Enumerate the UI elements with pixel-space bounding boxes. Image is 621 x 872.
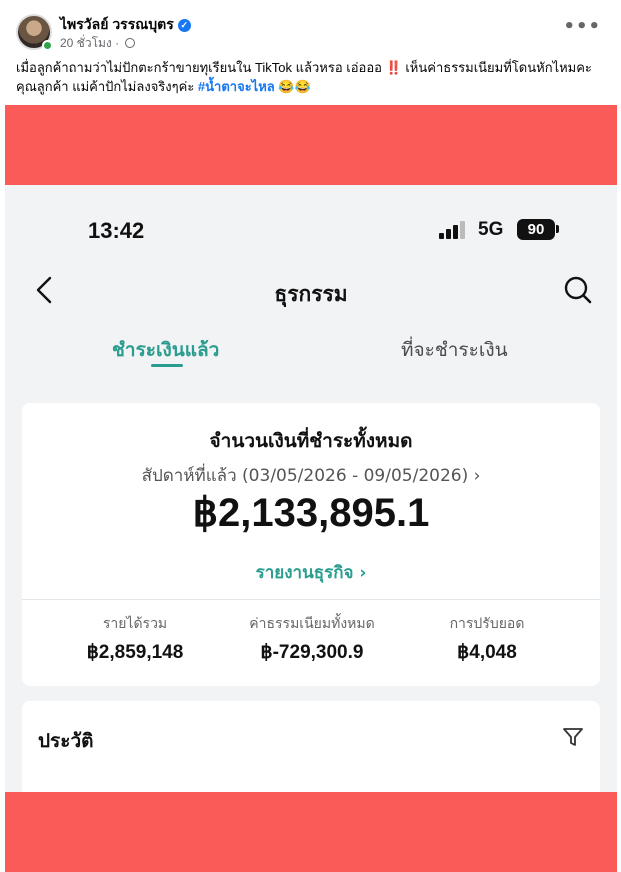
signal-icon: [439, 221, 467, 239]
stat-fees: ค่าธรรมเนียมทั้งหมด ฿-729,300.9: [227, 613, 397, 664]
stat-value: ฿-729,300.9: [260, 642, 364, 663]
verified-badge-icon: ✓: [177, 19, 191, 32]
post-caption: เมื่อลูกค้าถามว่าไม่ปักตะกร้าขายทุเรียนใ…: [16, 58, 606, 96]
stat-adjustment: การปรับยอด ฿4,048: [402, 613, 572, 664]
tab-to-be-paid[interactable]: ที่จะชำระเงิน: [401, 335, 508, 365]
history-card: ประวัติ: [22, 701, 600, 792]
divider: [22, 599, 600, 600]
stat-value: ฿2,859,148: [86, 642, 184, 663]
active-tab-indicator: [151, 364, 183, 367]
phone-screenshot: 13:42 5G 90 ธุรกรรม ชำระเงินแล้ว ที่จะชำ…: [5, 185, 617, 792]
network-label: 5G: [478, 219, 504, 240]
payment-summary-card: จำนวนเงินที่ชำระทั้งหมด สัปดาห์ที่แล้ว (…: [22, 403, 600, 686]
author-name[interactable]: ไพรวัลย์ วรรณบุตร: [60, 16, 174, 32]
globe-icon: [125, 38, 136, 48]
redaction-band-top: [5, 105, 617, 185]
stat-label: รายได้รวม: [102, 616, 168, 632]
post-time[interactable]: 20 ชั่วโมง: [60, 36, 112, 50]
period-selector[interactable]: สัปดาห์ที่แล้ว (03/05/2026 - 09/05/2026)…: [22, 462, 600, 489]
caption-text: เมื่อลูกค้าถามว่าไม่ปักตะกร้าขายทุเรียนใ…: [16, 60, 382, 75]
post-header: ไพรวัลย์ วรรณบุตร ✓ 20 ชั่วโมง · ••• เมื่…: [0, 0, 621, 104]
more-options-icon[interactable]: •••: [563, 16, 601, 37]
summary-title: จำนวนเงินที่ชำระทั้งหมด: [209, 430, 413, 452]
online-status-dot: [42, 40, 53, 51]
battery-icon: 90: [517, 219, 555, 240]
redaction-band-bottom: [5, 792, 617, 872]
hashtag-link[interactable]: #น้ำตาจะไหล: [198, 79, 275, 94]
filter-icon[interactable]: [562, 726, 584, 748]
history-title: ประวัติ: [38, 730, 94, 752]
total-amount: ฿2,133,895.1: [192, 491, 430, 535]
double-exclamation-emoji: ‼️: [385, 60, 402, 75]
stat-label: ค่าธรรมเนียมทั้งหมด: [249, 616, 375, 632]
page-title: ธุรกรรม: [274, 282, 348, 306]
stat-label: การปรับยอด: [449, 616, 525, 632]
stat-value: ฿4,048: [457, 642, 517, 663]
tab-paid[interactable]: ชำระเงินแล้ว: [112, 335, 219, 365]
business-report-link[interactable]: รายงานธุรกิจ ›: [22, 559, 600, 586]
laugh-emoji: 😂😂: [278, 79, 311, 94]
author-name-row: ไพรวัลย์ วรรณบุตร ✓: [60, 14, 191, 36]
status-time: 13:42: [88, 218, 145, 243]
stat-revenue: รายได้รวม ฿2,859,148: [50, 613, 220, 664]
battery-tip: [556, 225, 559, 233]
post-meta: 20 ชั่วโมง ·: [60, 34, 136, 53]
search-icon[interactable]: [563, 275, 593, 305]
